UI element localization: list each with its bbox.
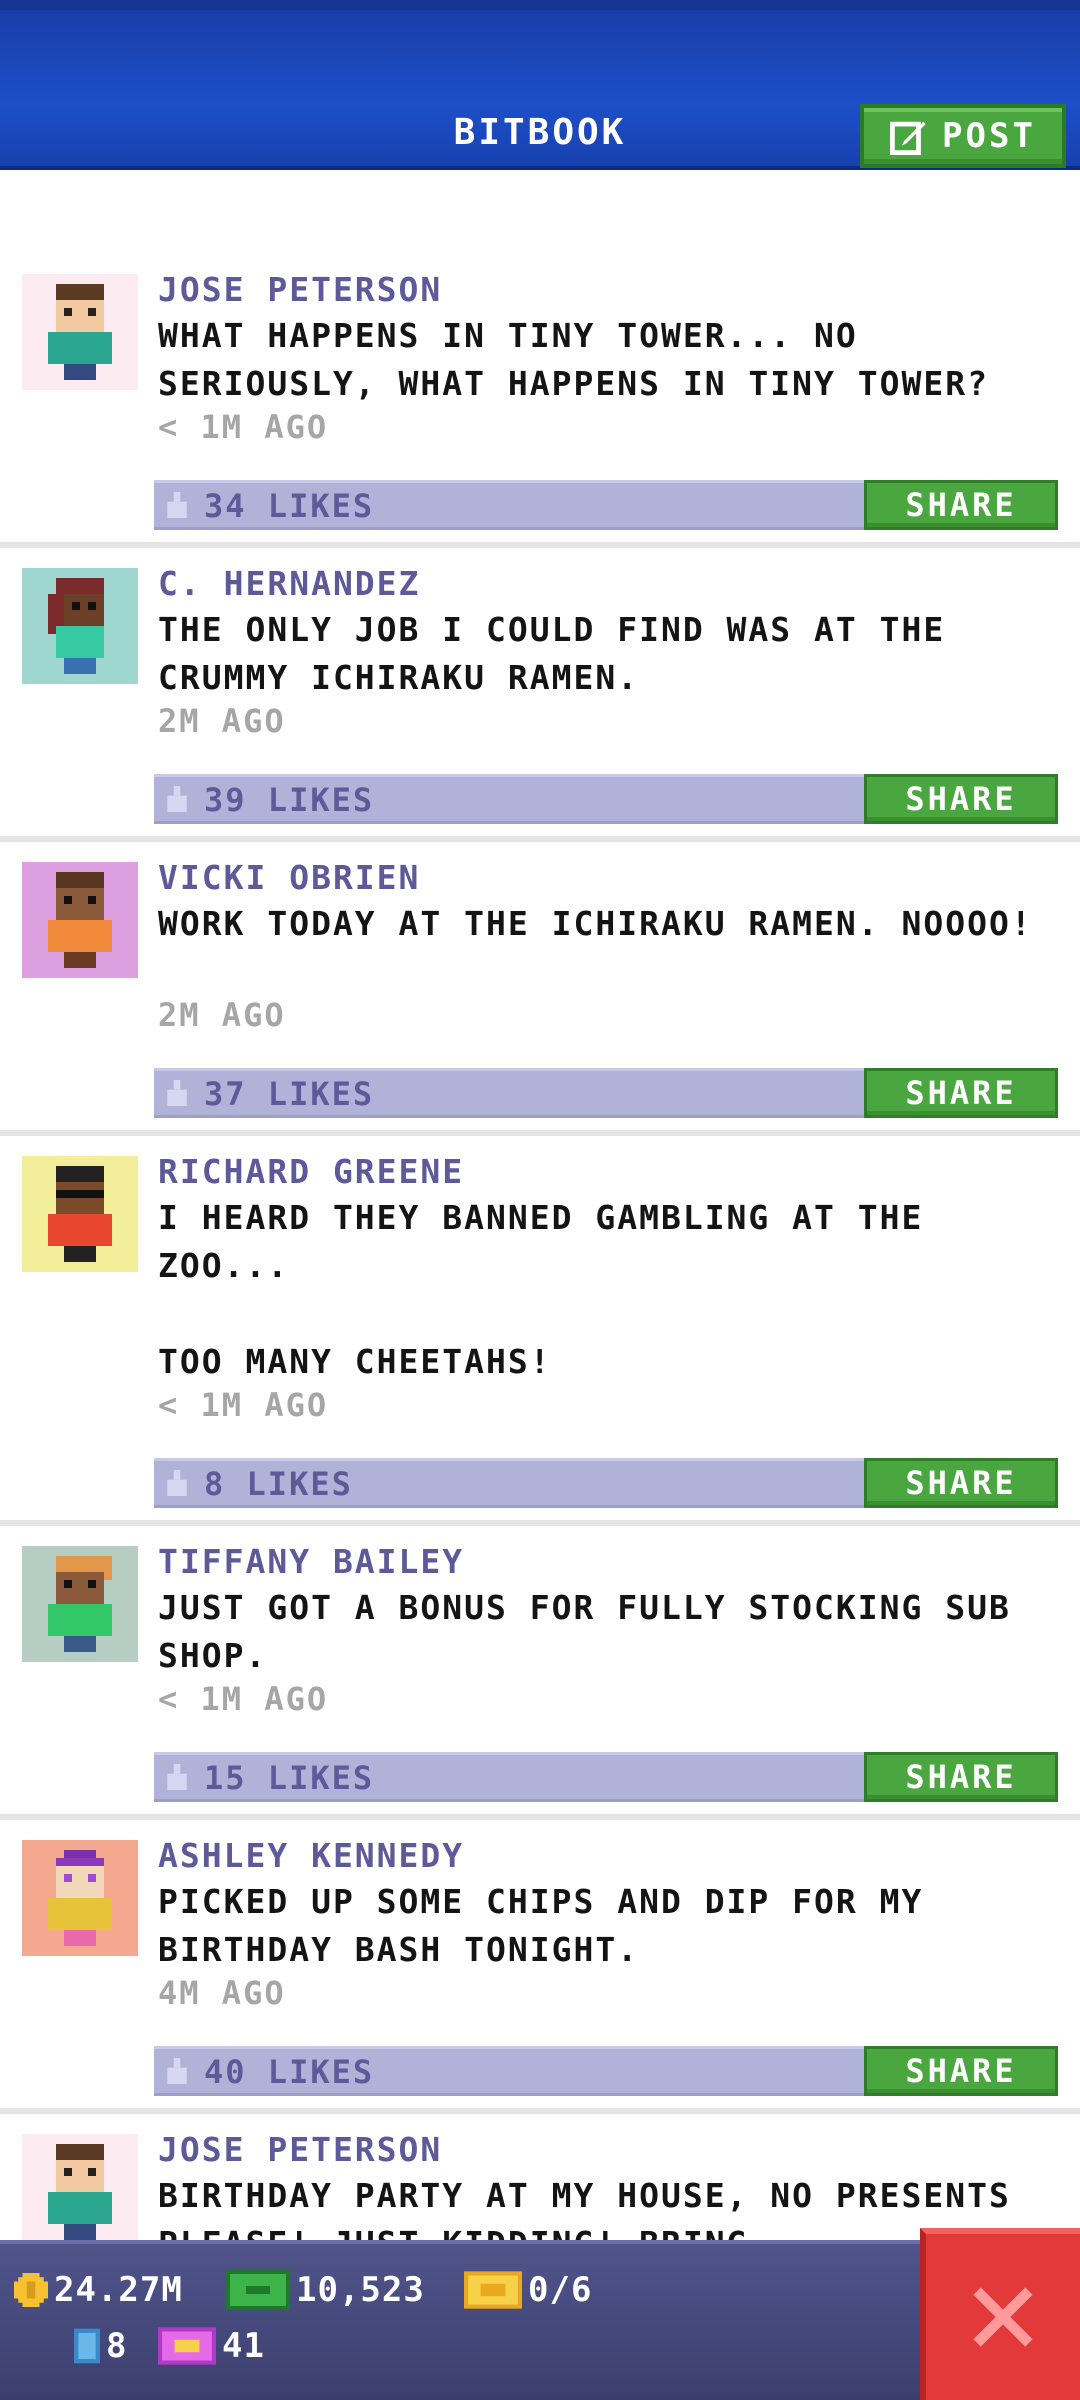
post-author[interactable]: JOSE PETERSON [158, 270, 442, 309]
avatar-sprite [48, 578, 104, 674]
post-timestamp: < 1M AGO [158, 1680, 329, 1718]
tickets-value: 0/6 [528, 2270, 593, 2310]
avatar-sprite [48, 284, 112, 380]
coin-icon [14, 2273, 48, 2307]
post-author[interactable]: C. HERNANDEZ [158, 564, 420, 603]
divider [0, 542, 1080, 548]
post-message: WORK TODAY AT THE ICHIRAKU RAMEN. NOOOO! [158, 904, 1033, 943]
like-count: 39 LIKES [204, 781, 375, 819]
share-button[interactable]: SHARE [864, 2046, 1058, 2096]
like-icon[interactable] [164, 1763, 190, 1791]
elevator-icon [74, 2328, 100, 2364]
post-timestamp: 4M AGO [158, 1974, 286, 2012]
post-timestamp: < 1M AGO [158, 408, 329, 446]
like-bar: 8 LIKES SHARE [154, 1458, 1058, 1508]
avatar[interactable] [22, 274, 138, 390]
bux-icon [226, 2270, 290, 2310]
post-message: PICKED UP SOME CHIPS AND DIP FOR MY BIRT… [158, 1882, 924, 1969]
avatar-sprite [48, 872, 112, 968]
vip-value: 41 [222, 2326, 265, 2366]
feed-list[interactable]: JOSE PETERSON WHAT HAPPENS IN TINY TOWER… [0, 170, 1080, 2240]
elevator-value: 8 [106, 2326, 128, 2366]
avatar-sprite [48, 1850, 112, 1946]
tickets-stat[interactable]: 0/6 [464, 2270, 592, 2310]
post-timestamp: 2M AGO [158, 996, 286, 1034]
post-message: THE ONLY JOB I COULD FIND WAS AT THE CRU… [158, 610, 946, 697]
post-message: JUST GOT A BONUS FOR FULLY STOCKING SUB … [158, 1588, 1011, 1675]
like-bar: 37 LIKES SHARE [154, 1068, 1058, 1118]
like-count: 37 LIKES [204, 1075, 375, 1113]
like-bar: 34 LIKES SHARE [154, 480, 1058, 530]
like-count: 15 LIKES [204, 1759, 375, 1797]
post-author[interactable]: VICKI OBRIEN [158, 858, 420, 897]
avatar-sprite [48, 2144, 112, 2240]
like-bar: 39 LIKES SHARE [154, 774, 1058, 824]
divider [0, 1520, 1080, 1526]
share-button[interactable]: SHARE [864, 774, 1058, 824]
bux-stat[interactable]: 10,523 [226, 2270, 425, 2310]
like-count: 34 LIKES [204, 487, 375, 525]
avatar[interactable] [22, 862, 138, 978]
like-count: 40 LIKES [204, 2053, 375, 2091]
avatar[interactable] [22, 1546, 138, 1662]
elevator-stat[interactable]: 8 [74, 2326, 127, 2366]
vip-stat[interactable]: 41 [158, 2326, 265, 2366]
post-author[interactable]: TIFFANY BAILEY [158, 1542, 464, 1581]
close-icon [973, 2287, 1033, 2347]
post-author[interactable]: RICHARD GREENE [158, 1152, 464, 1191]
app-header: BITBOOK POST [0, 0, 1080, 170]
like-icon[interactable] [164, 491, 190, 519]
like-icon[interactable] [164, 1469, 190, 1497]
like-icon[interactable] [164, 2057, 190, 2085]
post-edit-icon [890, 121, 926, 155]
post-message: WHAT HAPPENS IN TINY TOWER... NO SERIOUS… [158, 316, 989, 403]
post-author[interactable]: ASHLEY KENNEDY [158, 1836, 464, 1875]
coins-stat[interactable]: 24.27M [14, 2270, 183, 2310]
divider [0, 2108, 1080, 2114]
divider [0, 836, 1080, 842]
post-author[interactable]: JOSE PETERSON [158, 2130, 442, 2169]
like-bar: 40 LIKES SHARE [154, 2046, 1058, 2096]
share-button[interactable]: SHARE [864, 1068, 1058, 1118]
post-button[interactable]: POST [860, 104, 1066, 168]
share-button[interactable]: SHARE [864, 1752, 1058, 1802]
share-button[interactable]: SHARE [864, 1458, 1058, 1508]
avatar[interactable] [22, 2134, 138, 2240]
avatar-sprite [48, 1166, 112, 1262]
avatar[interactable] [22, 1840, 138, 1956]
divider [0, 1814, 1080, 1820]
like-icon[interactable] [164, 1079, 190, 1107]
avatar[interactable] [22, 568, 138, 684]
like-count: 8 LIKES [204, 1465, 353, 1503]
like-bar: 15 LIKES SHARE [154, 1752, 1058, 1802]
post-timestamp: 2M AGO [158, 702, 286, 740]
share-button[interactable]: SHARE [864, 480, 1058, 530]
bux-value: 10,523 [296, 2270, 425, 2310]
avatar-sprite [48, 1556, 112, 1652]
ticket-icon [464, 2271, 522, 2309]
divider [0, 1130, 1080, 1136]
coins-value: 24.27M [54, 2270, 183, 2310]
post-message: I HEARD THEY BANNED GAMBLING AT THE ZOO.… [158, 1198, 924, 1381]
close-button[interactable] [920, 2228, 1080, 2400]
vip-icon [158, 2327, 216, 2365]
post-button-label: POST [942, 116, 1036, 156]
resource-bar: 24.27M 10,523 0/6 8 41 [0, 2240, 1080, 2400]
avatar[interactable] [22, 1156, 138, 1272]
post-timestamp: < 1M AGO [158, 1386, 329, 1424]
like-icon[interactable] [164, 785, 190, 813]
